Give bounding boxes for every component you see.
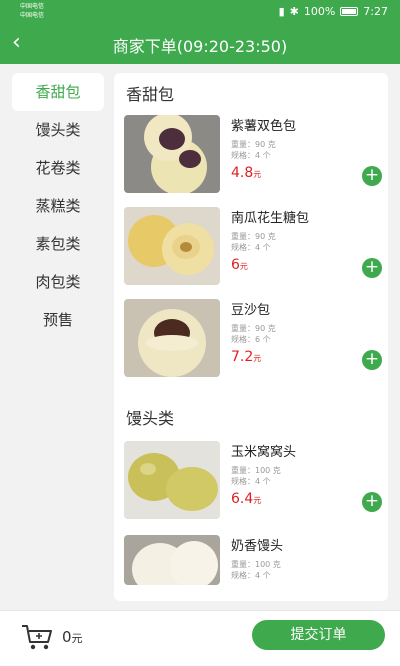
product-name: 奶香馒头	[231, 539, 284, 554]
product-weight: 重量：100 克	[231, 560, 281, 569]
product-name: 玉米窝窝头	[231, 445, 297, 460]
cart-bar: 0元 提交订单	[0, 610, 400, 666]
product-image	[124, 115, 220, 193]
product-item[interactable]: 玉米窝窝头 重量：100 克 规格：4 个 6.4元 +	[124, 441, 382, 519]
status-right: ▮ ✱ 100% 7:27	[279, 5, 388, 18]
status-bar: 中国电信 中国电信 ▮ ✱ 100% 7:27	[0, 0, 400, 24]
product-price: 7.2元	[231, 349, 262, 365]
product-spec: 规格：6 个	[231, 335, 271, 344]
product-item[interactable]: 紫薯双色包 重量：90 克 规格：4 个 4.8元 +	[124, 115, 382, 193]
product-name: 南瓜花生糖包	[231, 211, 310, 226]
title-bar: ‹ 商家下单(09:20-23:50)	[0, 24, 400, 64]
product-item[interactable]: 南瓜花生糖包 重量：90 克 规格：4 个 6元 +	[124, 207, 382, 285]
add-to-cart-button[interactable]: +	[362, 166, 382, 186]
battery-icon	[340, 7, 359, 16]
product-price: 6元	[231, 257, 248, 273]
category-tab-花卷类[interactable]: 花卷类	[12, 149, 104, 187]
signal-icon: ▮	[278, 5, 285, 18]
bluetooth-icon: ✱	[289, 5, 299, 18]
carrier-info: 中国电信 中国电信	[18, 2, 44, 20]
product-item[interactable]: 豆沙包 重量：90 克 规格：6 个 7.2元 +	[124, 299, 382, 377]
product-image	[124, 207, 220, 285]
product-weight: 重量：100 克	[231, 466, 281, 475]
battery-percent: 100%	[303, 5, 336, 18]
section-title: 馒头类	[126, 409, 175, 428]
carrier-1: 中国电信	[20, 3, 45, 10]
product-spec: 规格：4 个	[231, 151, 271, 160]
category-tab-肉包类[interactable]: 肉包类	[12, 263, 104, 301]
product-name: 紫薯双色包	[231, 119, 297, 134]
product-item[interactable]: 奶香馒头 重量：100 克 规格：4 个	[124, 535, 380, 585]
product-weight: 重量：90 克	[231, 324, 276, 333]
product-list[interactable]: 香甜包 紫薯双色包 重量：90 克 规格：4 个 4.8元 + 南瓜花生糖包 重…	[114, 73, 388, 601]
product-name: 豆沙包	[231, 303, 271, 318]
add-to-cart-button[interactable]: +	[362, 492, 382, 512]
category-tab-蒸糕类[interactable]: 蒸糕类	[12, 187, 104, 225]
category-tab-香甜包[interactable]: 香甜包	[12, 73, 104, 111]
submit-order-button[interactable]: 提交订单	[252, 620, 385, 650]
category-tab-馒头类[interactable]: 馒头类	[12, 111, 104, 149]
add-to-cart-button[interactable]: +	[362, 350, 382, 370]
cart-total: 0元	[62, 628, 83, 646]
carrier-2: 中国电信	[20, 12, 45, 19]
product-spec: 规格：4 个	[231, 477, 271, 486]
page-title: 商家下单(09:20-23:50)	[112, 37, 288, 56]
product-price: 4.8元	[231, 165, 262, 181]
product-price: 6.4元	[231, 491, 262, 507]
product-spec: 规格：4 个	[231, 571, 271, 580]
section-title: 香甜包	[126, 85, 175, 104]
product-spec: 规格：4 个	[231, 243, 271, 252]
cart-icon[interactable]	[20, 622, 54, 656]
category-tab-素包类[interactable]: 素包类	[12, 225, 104, 263]
clock: 7:27	[363, 5, 388, 18]
product-image	[124, 441, 220, 519]
product-weight: 重量：90 克	[231, 140, 276, 149]
add-to-cart-button[interactable]: +	[362, 258, 382, 278]
product-image	[124, 535, 220, 585]
product-weight: 重量：90 克	[231, 232, 276, 241]
product-image	[124, 299, 220, 377]
app-header: 中国电信 中国电信 ▮ ✱ 100% 7:27 ‹ 商家下单(09:20-23:…	[0, 0, 400, 64]
category-tab-预售[interactable]: 预售	[12, 301, 104, 339]
category-sidebar: 香甜包 馒头类 花卷类 蒸糕类 素包类 肉包类 预售	[12, 73, 104, 339]
